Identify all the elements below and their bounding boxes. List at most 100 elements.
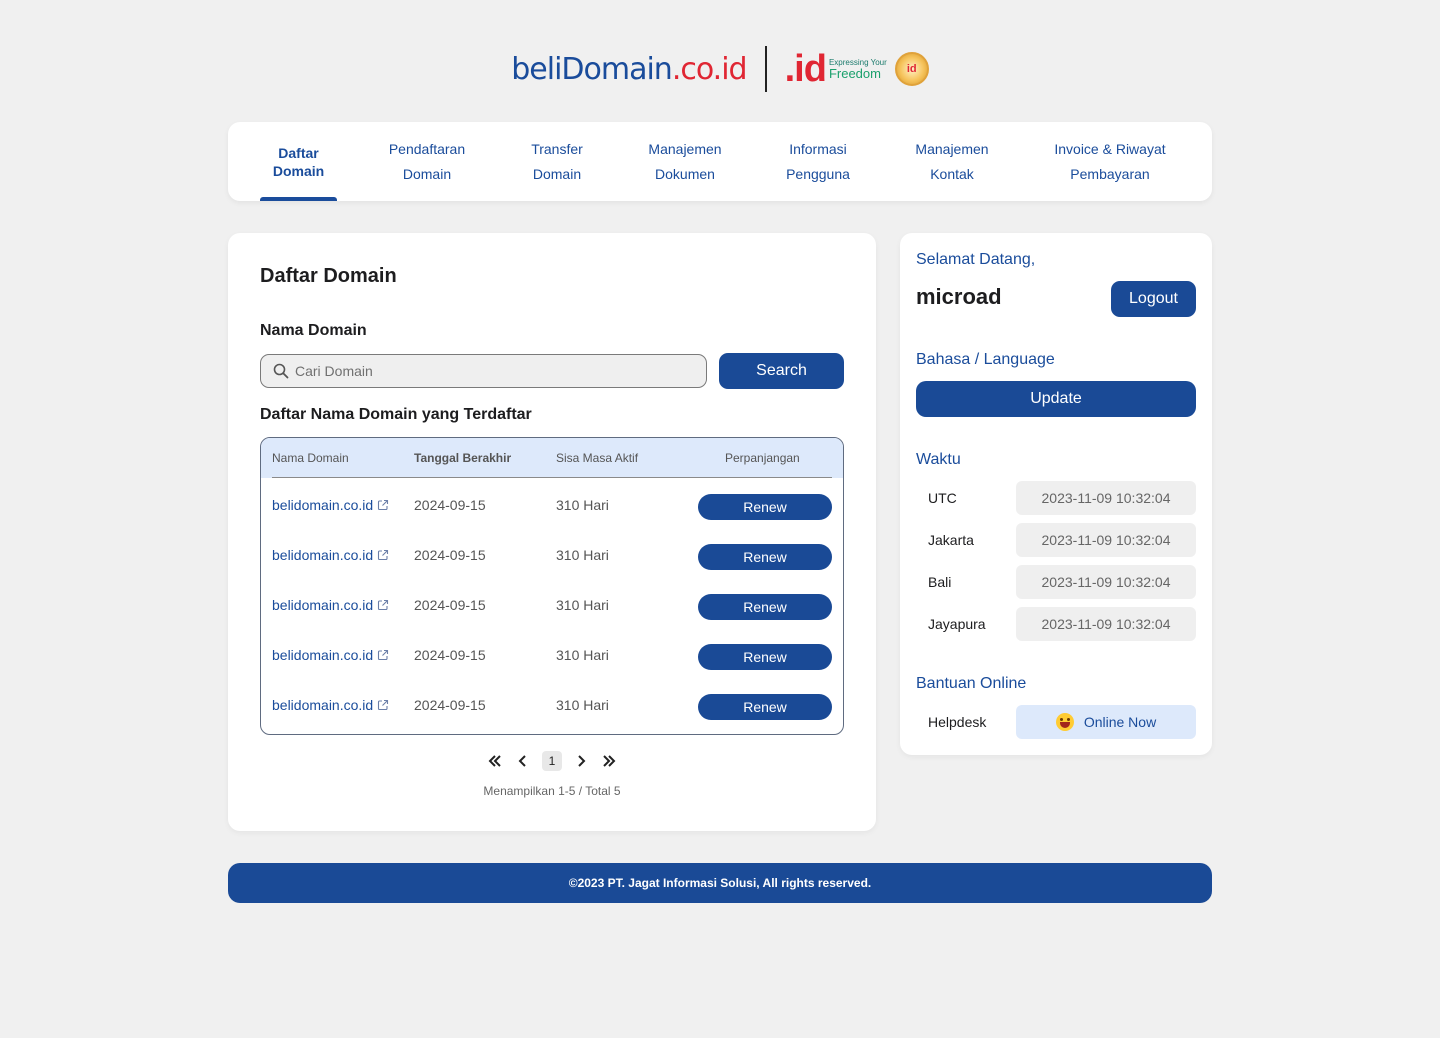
remaining-days: 310 Hari	[556, 647, 609, 663]
logo-divider	[764, 46, 767, 92]
belidomain-logo[interactable]: beliDomain .co.id	[511, 51, 748, 87]
column-header-expiry[interactable]: Tanggal Berakhir	[414, 451, 511, 465]
tab-label-line2: Domain	[402, 165, 452, 182]
first-page-icon[interactable]	[486, 754, 504, 768]
tab-label-line1: Pendaftaran	[388, 140, 466, 157]
remaining-days: 310 Hari	[556, 597, 609, 613]
external-link-icon	[378, 599, 389, 611]
domain-link[interactable]: belidomain.co.id	[272, 547, 389, 563]
external-link-icon	[378, 699, 389, 711]
external-link-icon	[378, 649, 389, 661]
domain-name: belidomain.co.id	[272, 647, 374, 663]
tab-invoice-riwayat-pembayaran[interactable]: Invoice & Riwayat Pembayaran	[1041, 122, 1179, 201]
column-header-remaining: Sisa Masa Aktif	[556, 451, 639, 465]
header-logos: beliDomain .co.id .id Expressing Your Fre…	[0, 44, 1440, 94]
renew-button[interactable]: Renew	[698, 594, 832, 620]
table-row: belidomain.co.id 2024-09-15 310 Hari Ren…	[261, 528, 843, 578]
domain-name: belidomain.co.id	[272, 497, 374, 513]
tab-label-line1: Manajemen	[648, 140, 722, 157]
search-icon	[273, 363, 289, 379]
list-title: Daftar Nama Domain yang Terdaftar	[260, 406, 532, 423]
column-header-domain: Nama Domain	[272, 451, 349, 465]
domain-link[interactable]: belidomain.co.id	[272, 697, 389, 713]
domain-name: belidomain.co.id	[272, 547, 374, 563]
expiry-date: 2024-09-15	[414, 597, 486, 613]
id-tagline-main: Freedom	[828, 65, 881, 81]
online-status: Online Now	[1083, 714, 1157, 730]
next-page-icon[interactable]	[572, 754, 590, 768]
domain-name: belidomain.co.id	[272, 697, 374, 713]
domain-link[interactable]: belidomain.co.id	[272, 647, 389, 663]
time-zone-label: Bali	[928, 574, 952, 590]
domain-link[interactable]: belidomain.co.id	[272, 597, 389, 613]
tab-label-line2: Kontak	[930, 165, 974, 182]
footer: ©2023 PT. Jagat Informasi Solusi, All ri…	[228, 863, 1212, 903]
remaining-days: 310 Hari	[556, 497, 609, 513]
belidomain-logo-tld: .co.id	[671, 51, 748, 87]
pagination-info: Menampilkan 1-5 / Total 5	[483, 784, 621, 798]
tab-label-line1: Manajemen	[915, 140, 989, 157]
tab-label-line1: Transfer	[531, 140, 583, 157]
tab-label-line1: Informasi	[789, 140, 847, 157]
account-panel: Selamat Datang, microad Logout Bahasa / …	[900, 233, 1212, 755]
tab-label-line2: Dokumen	[655, 165, 715, 182]
renew-button[interactable]: Renew	[698, 544, 832, 570]
time-value: 2023-11-09 10:32:04	[1016, 565, 1196, 599]
search-field[interactable]	[260, 354, 707, 388]
time-zone-label: Jakarta	[928, 532, 974, 548]
external-link-icon	[378, 549, 389, 561]
expiry-date: 2024-09-15	[414, 497, 486, 513]
domain-list-card: Daftar Domain Nama Domain Search Daftar …	[228, 233, 876, 831]
page-title: Daftar Domain	[260, 265, 397, 287]
logout-button[interactable]: Logout	[1111, 281, 1196, 317]
current-page[interactable]: 1	[542, 751, 562, 771]
search-button[interactable]: Search	[719, 353, 844, 389]
domain-table: Nama Domain Tanggal Berakhir Sisa Masa A…	[260, 437, 844, 735]
time-row-jakarta: Jakarta 2023-11-09 10:32:04	[928, 523, 1196, 557]
online-chat-button[interactable]: Online Now	[1016, 705, 1196, 739]
tab-daftar-domain[interactable]: Daftar Domain	[260, 122, 337, 201]
remaining-days: 310 Hari	[556, 697, 609, 713]
id-seal-icon: id	[894, 52, 929, 86]
renew-button[interactable]: Renew	[698, 694, 832, 720]
remaining-days: 310 Hari	[556, 547, 609, 563]
tab-transfer-domain[interactable]: Transfer Domain	[517, 122, 597, 201]
welcome-text: Selamat Datang,	[916, 251, 1036, 268]
table-header: Nama Domain Tanggal Berakhir Sisa Masa A…	[261, 438, 843, 478]
help-title: Bantuan Online	[916, 675, 1027, 692]
helpdesk-row: Helpdesk Online Now	[928, 705, 1196, 739]
tab-label-line2: Pembayaran	[1070, 165, 1150, 182]
id-mark: .id	[784, 47, 827, 90]
domain-link[interactable]: belidomain.co.id	[272, 497, 389, 513]
search-label: Nama Domain	[260, 322, 367, 339]
tab-manajemen-kontak[interactable]: Manajemen Kontak	[903, 122, 1001, 201]
expiry-date: 2024-09-15	[414, 697, 486, 713]
previous-page-icon[interactable]	[514, 754, 532, 768]
time-value: 2023-11-09 10:32:04	[1016, 607, 1196, 641]
smiley-icon	[1055, 713, 1074, 731]
renew-button[interactable]: Renew	[698, 644, 832, 670]
column-header-renewal: Perpanjangan	[725, 451, 800, 465]
tab-label-line1: Daftar	[278, 144, 319, 161]
update-language-button[interactable]: Update	[916, 381, 1196, 417]
table-row: belidomain.co.id 2024-09-15 310 Hari Ren…	[261, 628, 843, 678]
tab-informasi-pengguna[interactable]: Informasi Pengguna	[773, 122, 863, 201]
time-row-jayapura: Jayapura 2023-11-09 10:32:04	[928, 607, 1196, 641]
tab-pendaftaran-domain[interactable]: Pendaftaran Domain	[377, 122, 477, 201]
copyright-text: ©2023 PT. Jagat Informasi Solusi, All ri…	[568, 876, 872, 890]
language-title: Bahasa / Language	[916, 351, 1055, 368]
expiry-date: 2024-09-15	[414, 547, 486, 563]
expiry-date: 2024-09-15	[414, 647, 486, 663]
pandi-id-logo: .id Expressing Your Freedom id	[785, 48, 929, 91]
tab-label-line2: Pengguna	[786, 165, 850, 182]
domain-name: belidomain.co.id	[272, 597, 374, 613]
tab-manajemen-dokumen[interactable]: Manajemen Dokumen	[637, 122, 733, 201]
time-value: 2023-11-09 10:32:04	[1016, 523, 1196, 557]
tab-label-line2: Domain	[272, 162, 325, 179]
last-page-icon[interactable]	[600, 754, 618, 768]
search-input[interactable]	[295, 363, 675, 379]
renew-button[interactable]: Renew	[698, 494, 832, 520]
tab-label-line2: Domain	[532, 165, 582, 182]
external-link-icon	[378, 499, 389, 511]
table-row: belidomain.co.id 2024-09-15 310 Hari Ren…	[261, 478, 843, 528]
